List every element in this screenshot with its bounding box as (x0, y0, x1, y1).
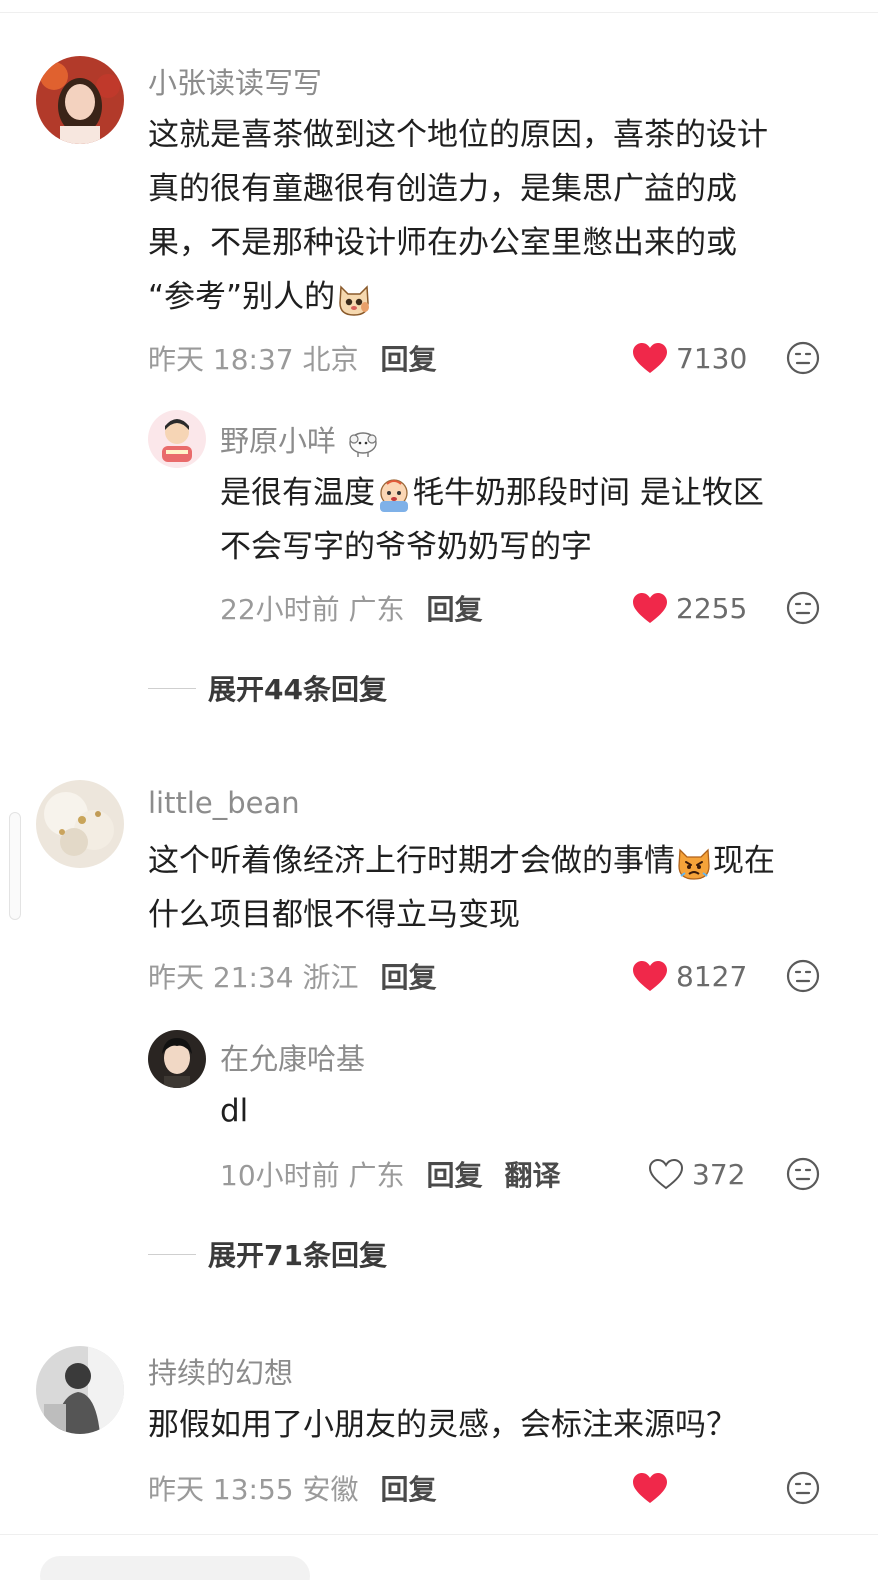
avatar[interactable] (36, 1346, 124, 1434)
comment-line-part: 这个听着像经济上行时期才会做的事情 (148, 843, 675, 879)
reply-line-with-emoji: 是很有温度 牦牛奶那段时间 是让牧区 (220, 466, 850, 520)
reply-time-location: 22小时前 广东 (220, 593, 405, 626)
smiley-face-icon (786, 341, 820, 375)
comment-time-location: 昨天 21:34 浙江 (148, 961, 359, 994)
comment-line: 什么项目都恨不得立马变现 (148, 897, 520, 933)
expand-replies-label: 展开71条回复 (208, 1239, 387, 1272)
comment-username[interactable]: little_bean (148, 786, 300, 820)
comment-body: 那假如用了小朋友的灵感，会标注来源吗？ (148, 1398, 858, 1452)
reply-line-part: 牦牛奶那段时间 是让牧区 (413, 475, 764, 511)
comment-username[interactable]: 小张读读写写 (148, 60, 322, 102)
comment-line-with-emoji: “参考”别人的 (148, 270, 848, 324)
like-button[interactable]: 372 (648, 1154, 745, 1194)
reply-meta: 10小时前 广东 回复 翻译 (220, 1154, 561, 1194)
like-count: 7130 (676, 341, 748, 375)
avatar-image (148, 1030, 206, 1088)
expand-rule (148, 687, 196, 689)
comment-meta: 昨天 21:34 浙江 回复 (148, 956, 437, 996)
emoji-reaction-button[interactable] (786, 959, 820, 993)
reply-avatar[interactable] (148, 1030, 206, 1088)
smiley-face-icon (786, 591, 820, 625)
expand-replies-button[interactable]: 展开44条回复 (148, 668, 387, 708)
heart-filled-icon (633, 961, 667, 991)
comment-line: “参考”别人的 (148, 279, 336, 315)
reply-line: dl (220, 1093, 249, 1129)
comment-line: 那假如用了小朋友的灵感，会标注来源吗？ (148, 1407, 737, 1443)
comment-time-location: 昨天 13:55 安徽 (148, 1473, 359, 1506)
smiley-face-icon (786, 1157, 820, 1191)
emoji-reaction-button[interactable] (786, 1157, 820, 1191)
reply-button[interactable]: 回复 (381, 956, 437, 996)
emoji-reaction-button[interactable] (786, 341, 820, 375)
cat-face-emoji-icon (339, 284, 370, 316)
comment-time-location: 昨天 18:37 北京 (148, 343, 359, 376)
emoji-reaction-button[interactable] (786, 1471, 820, 1505)
reply-line: 不会写字的爷爷奶奶写的字 (220, 529, 592, 565)
expand-replies-label: 展开44条回复 (208, 673, 387, 706)
comment-body: 这个听着像经济上行时期才会做的事情 现在 什么项目都恨不得立马变现 (148, 834, 858, 942)
reply-username[interactable]: 野原小咩 (220, 424, 336, 458)
translate-button[interactable]: 翻译 (505, 1154, 561, 1194)
expand-replies-button[interactable]: 展开71条回复 (148, 1234, 387, 1274)
heart-outline-icon (648, 1158, 684, 1190)
avatar-image (36, 56, 124, 144)
reply-username-row: 野原小咩 (220, 418, 379, 460)
like-count: 2255 (676, 591, 748, 625)
like-button[interactable]: 2255 (632, 588, 747, 628)
comment-body: 这就是喜茶做到这个地位的原因，喜茶的设计 真的很有童趣很有创造力，是集思广益的成… (148, 108, 848, 324)
comment-line: 果，不是那种设计师在办公室里憋出来的或 (148, 225, 737, 261)
scroll-indicator[interactable] (9, 812, 21, 920)
expand-rule (148, 1253, 196, 1255)
comment-meta: 昨天 13:55 安徽 回复 (148, 1468, 437, 1508)
avatar-image (36, 1346, 124, 1434)
reply-username[interactable]: 在允康哈基 (220, 1036, 365, 1078)
avatar-image (148, 410, 206, 468)
emoji-reaction-button[interactable] (786, 591, 820, 625)
like-count: 372 (692, 1157, 746, 1191)
heart-filled-icon (633, 593, 667, 623)
comment-meta: 昨天 18:37 北京 回复 (148, 338, 437, 378)
reply-button[interactable]: 回复 (381, 338, 437, 378)
comment-line: 真的很有童趣很有创造力，是集思广益的成 (148, 171, 737, 207)
like-count: 8127 (676, 959, 748, 993)
smiley-face-icon (786, 1471, 820, 1505)
smiley-face-icon (786, 959, 820, 993)
avatar-image (36, 780, 124, 868)
crying-baby-emoji-icon (380, 478, 408, 512)
reply-line-part: 是很有温度 (220, 475, 375, 511)
comment-line-part: 现在 (713, 843, 775, 879)
avatar[interactable] (36, 780, 124, 868)
comment-line: 这就是喜茶做到这个地位的原因，喜茶的设计 (148, 117, 768, 153)
angry-cat-emoji-icon (678, 848, 710, 880)
reply-time-location: 10小时前 广东 (220, 1159, 405, 1192)
reply-body: dl (220, 1084, 850, 1138)
reply-meta: 22小时前 广东 回复 (220, 588, 483, 628)
avatar[interactable] (36, 56, 124, 144)
heart-filled-icon (633, 1473, 667, 1503)
like-button[interactable]: 8127 (632, 956, 747, 996)
reply-avatar[interactable] (148, 410, 206, 468)
heart-filled-icon (633, 343, 667, 373)
sheep-emoji-icon (349, 432, 377, 457)
comment-line-with-emoji: 这个听着像经济上行时期才会做的事情 现在 (148, 834, 858, 888)
reply-button[interactable]: 回复 (381, 1468, 437, 1508)
comment-input-bar[interactable] (40, 1556, 310, 1580)
like-button[interactable] (632, 1468, 676, 1508)
top-divider (0, 12, 878, 13)
like-button[interactable]: 7130 (632, 338, 747, 378)
reply-body: 是很有温度 牦牛奶那段时间 是让牧区 不会写字的爷爷奶奶写的字 (220, 466, 850, 574)
reply-button[interactable]: 回复 (427, 1154, 483, 1194)
comment-username[interactable]: 持续的幻想 (148, 1350, 293, 1392)
reply-button[interactable]: 回复 (427, 588, 483, 628)
bottom-divider (0, 1534, 878, 1535)
